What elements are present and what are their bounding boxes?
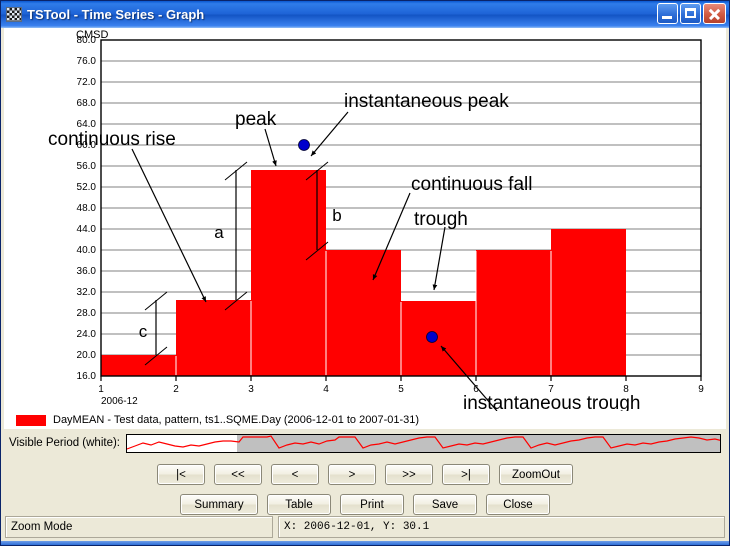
bar-5 [401, 301, 476, 376]
measurement-label-b: b [332, 206, 341, 225]
annotation-instantaneous-peak: instantaneous peak [344, 91, 509, 112]
y-tick-label: 72.0 [77, 77, 97, 88]
y-tick-label: 40.0 [77, 245, 97, 256]
nav-first-button[interactable]: |< [157, 464, 205, 485]
close-icon [704, 4, 725, 23]
window-bottom-edge [1, 541, 729, 545]
x-tick-label: 5 [398, 384, 404, 395]
measurement-label-c: c [139, 322, 148, 341]
bar-7 [551, 229, 626, 376]
save-button[interactable]: Save [413, 494, 477, 515]
nav-back-button[interactable]: < [271, 464, 319, 485]
y-tick-label: 52.0 [77, 182, 97, 193]
y-tick-label: 76.0 [77, 56, 97, 67]
bar-4 [326, 250, 401, 376]
y-axis-title: CMSD [76, 29, 108, 41]
annotation-continuous-fall: continuous fall [411, 174, 532, 195]
bar-6 [476, 250, 551, 376]
navigation-button-row: |< << < > >> >| ZoomOut [1, 455, 729, 485]
maximize-button[interactable] [680, 3, 701, 24]
y-tick-label: 36.0 [77, 266, 97, 277]
maximize-icon [681, 4, 700, 23]
nav-forward-button[interactable]: > [328, 464, 376, 485]
measurement-label-a: a [214, 223, 224, 242]
minimize-button[interactable] [657, 3, 678, 24]
annotation-peak: peak [235, 109, 277, 130]
x-tick-label: 9 [698, 384, 704, 395]
close-button[interactable]: Close [486, 494, 550, 515]
legend-color-swatch [16, 414, 46, 426]
annotation-trough: trough [414, 209, 468, 230]
y-tick-label: 28.0 [77, 308, 97, 319]
window-controls [657, 3, 726, 24]
status-coordinates: X: 2006-12-01, Y: 30.1 [278, 516, 725, 538]
print-button[interactable]: Print [340, 494, 404, 515]
summary-button[interactable]: Summary [180, 494, 258, 515]
status-mode: Zoom Mode [5, 516, 273, 538]
marker-instantaneous-peak [298, 139, 310, 151]
window-title: TSTool - Time Series - Graph [27, 7, 205, 22]
zoom-out-button[interactable]: ZoomOut [499, 464, 573, 485]
marker-instantaneous-trough [426, 331, 438, 343]
application-window: TSTool - Time Series - Graph 80.0 76.0 7… [0, 0, 730, 546]
graph-svg: 80.0 76.0 72.0 68.0 64.0 60.0 56.0 52.0 … [48, 29, 704, 411]
nav-page-forward-button[interactable]: >> [385, 464, 433, 485]
y-tick-label: 68.0 [77, 98, 97, 109]
x-tick-label: 3 [248, 384, 254, 395]
visible-period-label: Visible Period (white): [9, 437, 121, 449]
visible-period-row: Visible Period (white): [1, 429, 729, 455]
y-tick-label: 16.0 [77, 371, 97, 382]
annotation-continuous-rise: continuous rise [48, 129, 176, 150]
x-tick-label: 2 [173, 384, 179, 395]
y-tick-label: 44.0 [77, 224, 97, 235]
minimize-icon [658, 4, 677, 23]
y-tick-label: 24.0 [77, 329, 97, 340]
bar-1 [101, 355, 176, 376]
action-button-row: Summary Table Print Save Close [1, 485, 729, 515]
graph-canvas[interactable]: 80.0 76.0 72.0 68.0 64.0 60.0 56.0 52.0 … [4, 28, 726, 411]
reference-graph[interactable] [126, 433, 721, 453]
nav-page-back-button[interactable]: << [214, 464, 262, 485]
x-tick-label: 4 [323, 384, 329, 395]
graph-legend: DayMEAN - Test data, pattern, ts1..SQME.… [4, 411, 726, 429]
table-button[interactable]: Table [267, 494, 331, 515]
y-tick-labels: 80.0 76.0 72.0 68.0 64.0 60.0 56.0 52.0 … [77, 35, 97, 382]
x-tick-label: 1 [98, 384, 104, 395]
status-bar: Zoom Mode X: 2006-12-01, Y: 30.1 [1, 516, 729, 541]
reference-graph-trace [127, 434, 721, 450]
y-tick-label: 20.0 [77, 350, 97, 361]
legend-series-label: DayMEAN - Test data, pattern, ts1..SQME.… [53, 414, 420, 426]
y-tick-label: 48.0 [77, 203, 97, 214]
bar-2 [176, 300, 251, 376]
window-close-button[interactable] [703, 3, 726, 24]
annotation-instantaneous-trough: instantaneous trough [463, 393, 640, 411]
window-client-area: 80.0 76.0 72.0 68.0 64.0 60.0 56.0 52.0 … [1, 28, 729, 545]
x-axis-title: 2006-12 [101, 396, 138, 407]
checkered-flag-icon [6, 7, 22, 22]
nav-last-button[interactable]: >| [442, 464, 490, 485]
title-bar: TSTool - Time Series - Graph [1, 1, 729, 28]
y-tick-label: 56.0 [77, 161, 97, 172]
y-tick-label: 32.0 [77, 287, 97, 298]
bar-3 [251, 170, 326, 376]
x-ticks [100, 376, 702, 381]
